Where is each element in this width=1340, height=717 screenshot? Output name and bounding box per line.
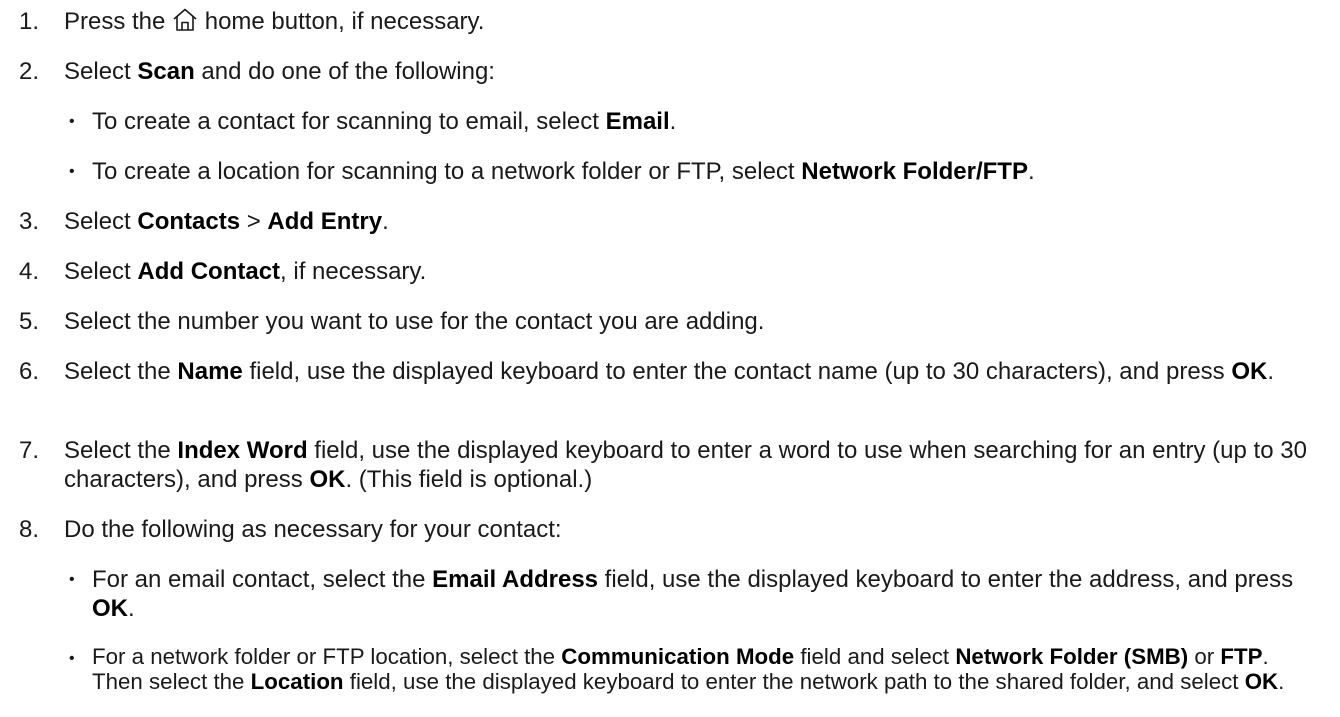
step-2: 2. Select Scan and do one of the followi… bbox=[0, 57, 1320, 86]
step-number: 6. bbox=[19, 358, 40, 385]
list-item: • To create a contact for scanning to em… bbox=[69, 108, 677, 135]
step-number: 8. bbox=[19, 516, 40, 543]
step-1: 1. Press the home button, if necessary. bbox=[0, 7, 1320, 36]
bullet-marker: • bbox=[69, 650, 75, 667]
step-number: 2. bbox=[19, 58, 40, 85]
step-8: 8. Do the following as necessary for you… bbox=[0, 515, 1320, 544]
step-text: Select the Index Word field, use the dis… bbox=[64, 437, 1307, 493]
instruction-document: 1. Press the home button, if necessary. … bbox=[0, 0, 1340, 717]
step-text: Select the Name field, use the displayed… bbox=[64, 358, 1275, 385]
step-4: 4. Select Add Contact, if necessary. bbox=[0, 257, 1320, 286]
step-5: 5. Select the number you want to use for… bbox=[0, 307, 1320, 336]
step-text: Select Contacts > Add Entry. bbox=[64, 208, 389, 235]
step-text: Press the home button, if necessary. bbox=[64, 8, 485, 35]
step-number: 4. bbox=[19, 258, 40, 285]
step-number: 3. bbox=[19, 208, 40, 235]
step-text: Select Scan and do one of the following: bbox=[64, 58, 495, 85]
step-text: Select the number you want to use for th… bbox=[64, 308, 765, 335]
list-item: • To create a location for scanning to a… bbox=[69, 158, 1035, 185]
bullet-marker: • bbox=[69, 113, 75, 130]
step-number: 7. bbox=[19, 437, 40, 464]
bullet-marker: • bbox=[69, 163, 75, 180]
bullet-marker: • bbox=[69, 571, 75, 588]
step-number: 1. bbox=[19, 8, 40, 35]
home-icon bbox=[173, 8, 197, 31]
step-7: 7. Select the Index Word field, use the … bbox=[0, 436, 1320, 494]
step-3: 3. Select Contacts > Add Entry. bbox=[0, 207, 1320, 236]
list-item: • For a network folder or FTP location, … bbox=[69, 644, 1285, 694]
step-text: Select Add Contact, if necessary. bbox=[64, 258, 427, 285]
list-item: • For an email contact, select the Email… bbox=[69, 566, 1294, 622]
step-text: Do the following as necessary for your c… bbox=[64, 516, 562, 543]
step-number: 5. bbox=[19, 308, 40, 335]
step-6: 6. Select the Name field, use the displa… bbox=[0, 357, 1320, 386]
